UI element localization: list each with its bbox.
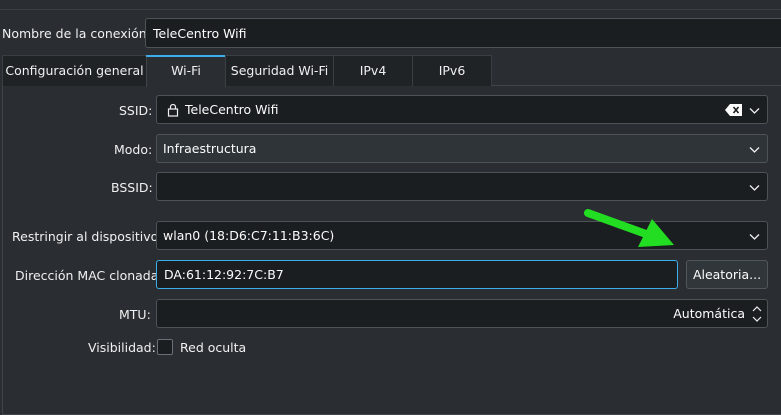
tab-ipv6[interactable]: IPv6 <box>412 55 492 86</box>
mode-value: Infraestructura <box>163 141 257 156</box>
cloned-mac-value: DA:61:12:92:7C:B7 <box>164 267 284 282</box>
tab-ipv4-label: IPv4 <box>359 63 387 78</box>
connection-name-input[interactable]: TeleCentro Wifi <box>145 18 781 48</box>
clear-text-icon[interactable] <box>725 104 743 116</box>
spin-arrows-icon[interactable] <box>751 304 763 324</box>
mtu-label: MTU: <box>119 307 151 322</box>
chevron-down-icon <box>749 147 760 153</box>
ssid-value: TeleCentro Wifi <box>185 102 279 117</box>
mtu-value: Automática <box>673 306 745 321</box>
tab-wifi-label: Wi-Fi <box>171 63 201 78</box>
ssid-label: SSID: <box>119 103 153 118</box>
visibility-label: Visibilidad: <box>88 340 156 355</box>
bssid-label: BSSID: <box>111 180 153 195</box>
green-arrow-annotation <box>584 209 674 247</box>
tab-general-label: Configuración general <box>5 63 144 78</box>
mode-select[interactable]: Infraestructura <box>156 134 768 163</box>
tab-wifi-security-label: Seguridad Wi-Fi <box>230 63 329 78</box>
restrict-device-value: wlan0 (18:D6:C7:11:B3:6C) <box>163 228 335 243</box>
cloned-mac-input[interactable]: DA:61:12:92:7C:B7 <box>156 260 678 289</box>
window-top-border <box>0 9 781 10</box>
lock-icon <box>167 103 179 117</box>
tab-wifi-security[interactable]: Seguridad Wi-Fi <box>225 55 334 86</box>
chevron-down-icon[interactable] <box>748 104 761 117</box>
ssid-combobox[interactable]: TeleCentro Wifi <box>156 95 768 124</box>
mode-label: Modo: <box>114 142 153 157</box>
chevron-down-icon[interactable] <box>748 181 761 194</box>
connection-name-label: Nombre de la conexión: <box>2 26 151 41</box>
tab-ipv4[interactable]: IPv4 <box>333 55 413 86</box>
connection-name-value: TeleCentro Wifi <box>153 26 247 41</box>
tab-ipv6-label: IPv6 <box>438 63 466 78</box>
mtu-spinbox[interactable]: Automática <box>156 299 768 328</box>
hidden-network-checkbox[interactable] <box>157 339 173 355</box>
cloned-mac-label: Dirección MAC clonada: <box>15 268 163 283</box>
tab-wifi[interactable]: Wi-Fi <box>146 55 226 87</box>
bssid-combobox[interactable] <box>156 172 768 201</box>
hidden-network-label[interactable]: Red oculta <box>180 340 246 355</box>
random-mac-button[interactable]: Aleatoria... <box>686 260 768 289</box>
tab-general[interactable]: Configuración general <box>2 55 147 86</box>
restrict-device-label: Restringir al dispositivo: <box>12 229 163 244</box>
chevron-down-icon[interactable] <box>748 230 761 243</box>
